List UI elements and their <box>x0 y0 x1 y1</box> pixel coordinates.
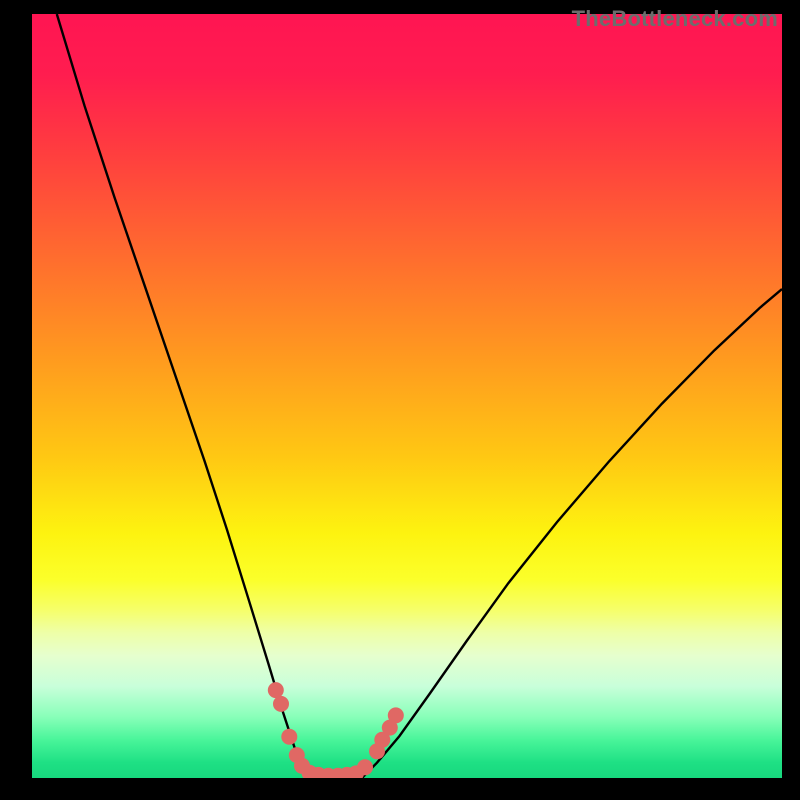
right-curve <box>362 289 782 778</box>
chart-frame: TheBottleneck.com <box>0 0 800 800</box>
marker-dot <box>357 759 373 775</box>
left-curve <box>57 14 315 778</box>
watermark-text: TheBottleneck.com <box>572 6 778 32</box>
marker-dot <box>388 707 404 723</box>
marker-dot <box>273 696 289 712</box>
marker-cluster <box>268 682 404 778</box>
marker-dot <box>281 729 297 745</box>
plot-area <box>32 14 782 778</box>
marker-dot <box>268 682 284 698</box>
curves-layer <box>32 14 782 778</box>
